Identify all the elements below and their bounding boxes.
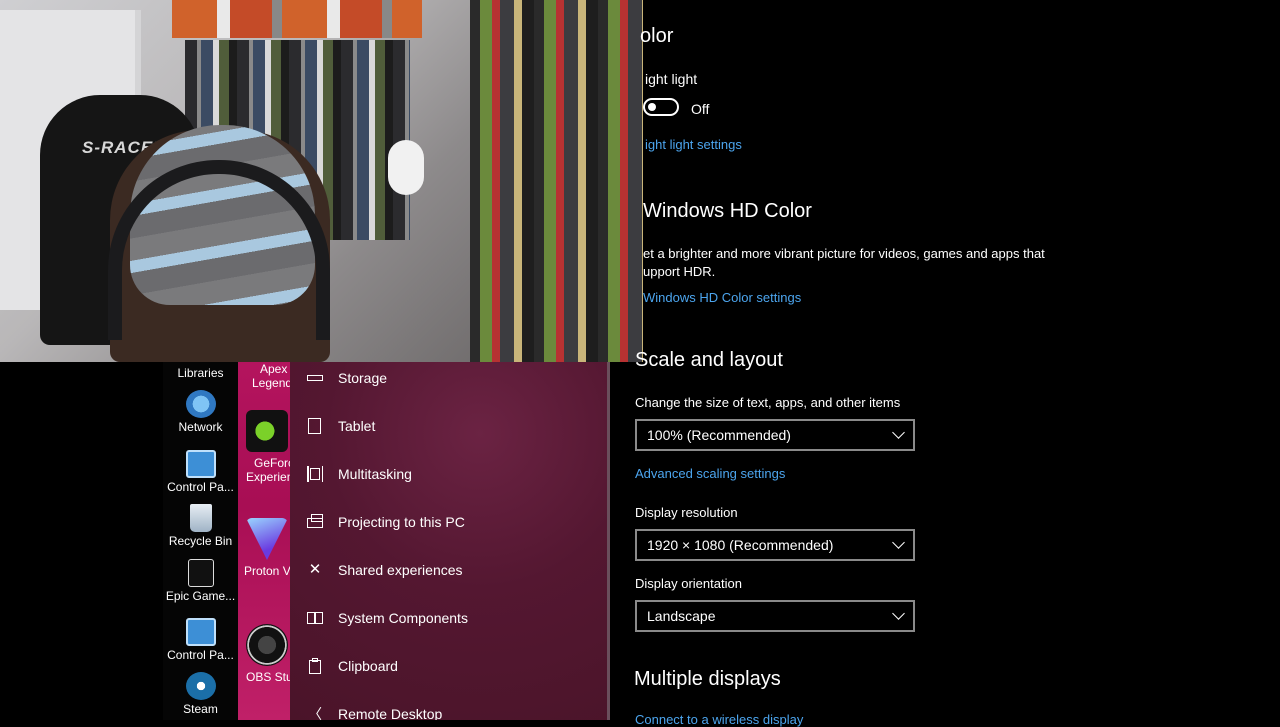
- hd-color-settings-link[interactable]: Windows HD Color settings: [643, 290, 801, 305]
- desktop-icon-label: Network: [178, 420, 223, 434]
- desktop-icon-label: GeForc: [254, 456, 293, 470]
- orientation-dropdown[interactable]: Landscape: [635, 600, 915, 632]
- chevron-down-icon: [892, 536, 905, 549]
- scale-label: Change the size of text, apps, and other…: [635, 395, 901, 410]
- proton-vpn-icon: [246, 518, 288, 560]
- nav-item-label: Shared experiences: [338, 562, 463, 578]
- desktop-icon-control-panel[interactable]: Control Pa...: [163, 450, 238, 494]
- orientation-label: Display orientation: [635, 576, 742, 591]
- nav-item-projecting[interactable]: Projecting to this PC: [290, 498, 607, 546]
- orientation-dropdown-value: Landscape: [647, 608, 716, 624]
- nav-item-label: System Components: [338, 610, 468, 626]
- tablet-icon: [307, 418, 323, 434]
- multitasking-icon: [307, 466, 323, 482]
- clipboard-icon: [307, 658, 323, 674]
- night-light-settings-link[interactable]: ight light settings: [645, 137, 742, 152]
- chevron-down-icon: [892, 607, 905, 620]
- resolution-label: Display resolution: [635, 505, 738, 520]
- steam-icon: [185, 672, 216, 700]
- nav-item-clipboard[interactable]: Clipboard: [290, 642, 607, 690]
- desktop-icon-epic-games[interactable]: Epic Game...: [163, 559, 238, 603]
- desktop-icon-label-2: Legend: [252, 376, 293, 390]
- hd-color-description-line2: upport HDR.: [643, 264, 716, 279]
- multiple-displays-heading: Multiple displays: [634, 668, 781, 690]
- scale-layout-heading: Scale and layout: [635, 349, 783, 371]
- desktop-icon-label: Libraries: [177, 366, 224, 380]
- network-icon: [185, 390, 216, 418]
- geforce-experience-icon: [246, 410, 288, 452]
- desktop-icon-control-panel-2[interactable]: Control Pa...: [163, 618, 238, 662]
- settings-nav-panel: Storage Tablet Multitasking Projecting t…: [290, 362, 610, 720]
- desktop-icon-label-2: Experien: [246, 470, 293, 484]
- control-panel-icon: [185, 618, 216, 646]
- webcam-overlay: S-RACER: [0, 0, 643, 362]
- desktop-icon-geforce-experience[interactable]: GeForc Experien: [238, 410, 293, 484]
- recycle-bin-icon: [189, 504, 212, 532]
- nav-item-label: Clipboard: [338, 658, 398, 674]
- desktop-icon-recycle-bin[interactable]: Recycle Bin: [163, 504, 238, 548]
- desktop-icons-column: Libraries Network Control Pa... Recycle …: [163, 362, 238, 720]
- nav-item-label: Projecting to this PC: [338, 514, 465, 530]
- desktop-icon-label: Control Pa...: [167, 480, 234, 494]
- epic-games-icon: [187, 559, 214, 587]
- remote-desktop-icon: 〈: [308, 706, 322, 720]
- chevron-down-icon: [892, 426, 905, 439]
- resolution-dropdown-value: 1920 × 1080 (Recommended): [647, 537, 834, 553]
- nav-item-label: Remote Desktop: [338, 706, 443, 720]
- desktop-wallpaper-strip: Apex Legend GeForc Experien Proton V OBS…: [238, 362, 293, 720]
- nav-item-tablet[interactable]: Tablet: [290, 402, 607, 450]
- color-heading: olor: [640, 25, 674, 47]
- nav-item-storage[interactable]: Storage: [290, 362, 607, 402]
- night-light-label: ight light: [645, 71, 698, 87]
- desktop-icon-label: Recycle Bin: [168, 534, 233, 548]
- desktop-icon-libraries[interactable]: Libraries: [163, 366, 238, 380]
- desktop-icon-apex-legends[interactable]: Apex Legend: [238, 362, 293, 390]
- nav-item-system-components[interactable]: System Components: [290, 594, 607, 642]
- scale-dropdown-value: 100% (Recommended): [647, 427, 791, 443]
- nav-item-remote-desktop[interactable]: 〈 Remote Desktop: [290, 690, 607, 720]
- desktop-icon-obs-studio[interactable]: OBS Stud: [238, 624, 293, 684]
- resolution-dropdown[interactable]: 1920 × 1080 (Recommended): [635, 529, 915, 561]
- desktop-icon-label: OBS Stud: [246, 670, 293, 684]
- desktop-icon-proton-vpn[interactable]: Proton V: [238, 518, 293, 578]
- storage-icon: [307, 370, 323, 386]
- hd-color-description-line1: et a brighter and more vibrant picture f…: [643, 246, 1045, 261]
- nav-item-shared-experiences[interactable]: ✕ Shared experiences: [290, 546, 607, 594]
- desktop-icon-label: Apex: [260, 362, 288, 376]
- control-panel-icon: [185, 450, 216, 478]
- desktop-icon-steam[interactable]: Steam: [163, 672, 238, 716]
- desktop-icon-label: Proton V: [244, 564, 291, 578]
- system-components-icon: [307, 610, 323, 626]
- night-light-toggle[interactable]: [643, 98, 679, 116]
- shared-experiences-icon: ✕: [308, 561, 322, 578]
- obs-studio-icon: [246, 624, 288, 666]
- projecting-icon: [307, 514, 323, 530]
- nav-item-multitasking[interactable]: Multitasking: [290, 450, 607, 498]
- desktop-icon-label: Control Pa...: [167, 648, 234, 662]
- nav-item-label: Multitasking: [338, 466, 412, 482]
- nav-item-label: Storage: [338, 370, 388, 386]
- advanced-scaling-link[interactable]: Advanced scaling settings: [635, 466, 785, 481]
- closet-clothes: [470, 0, 643, 362]
- shoe-boxes: [172, 0, 422, 38]
- hd-color-heading: Windows HD Color: [643, 200, 812, 222]
- desktop-icon-label: Steam: [183, 702, 218, 716]
- desktop-icon-label: Epic Game...: [165, 589, 236, 603]
- boxing-glove: [388, 140, 424, 195]
- night-light-state: Off: [691, 101, 710, 117]
- nav-item-label: Tablet: [338, 418, 376, 434]
- desktop-icon-network[interactable]: Network: [163, 390, 238, 434]
- scale-dropdown[interactable]: 100% (Recommended): [635, 419, 915, 451]
- toggle-knob: [648, 103, 656, 111]
